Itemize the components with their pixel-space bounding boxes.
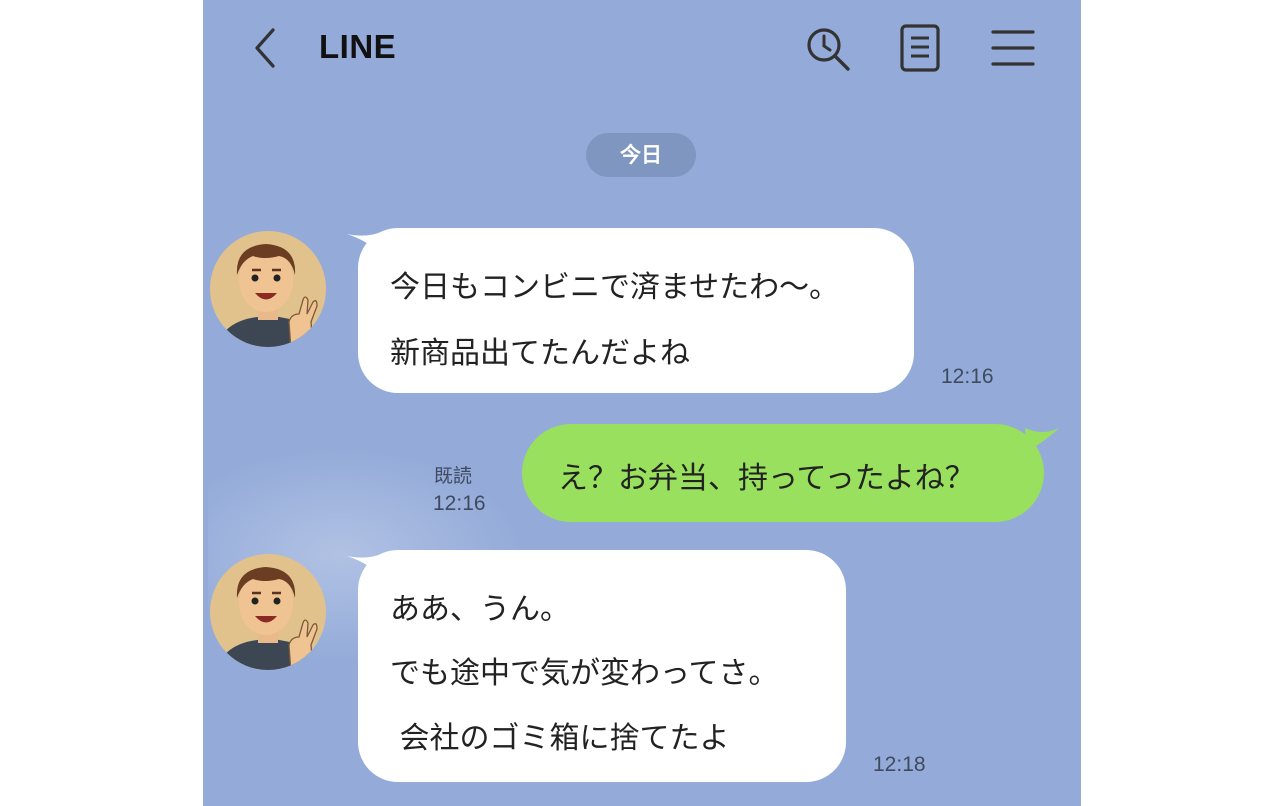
message-text-line: でも途中で気が変わってさ。 (390, 656, 779, 691)
message-timestamp: 12:18 (873, 753, 926, 776)
received-message-bubble[interactable]: ああ、うん。 でも途中で気が変わってさ。 会社のゴミ箱に捨てたよ (358, 550, 846, 782)
message-timestamp: 12:16 (941, 365, 994, 388)
message-text-line: 新商品出てたんだよね (390, 336, 690, 371)
friend-avatar[interactable] (209, 230, 327, 348)
message-text-line: ああ、うん。 (390, 592, 570, 627)
notes-icon[interactable] (897, 22, 943, 74)
date-separator: 今日 (586, 133, 696, 177)
message-text-line: 今日もコンビニで済ませたわ〜。 (390, 270, 840, 305)
message-text-line: 会社のゴミ箱に捨てたよ (390, 721, 730, 756)
message-timestamp: 12:16 (433, 492, 486, 515)
sent-message-bubble[interactable]: え？お弁当、持ってったよね？ (522, 424, 1044, 522)
back-icon[interactable] (247, 26, 283, 70)
menu-icon[interactable] (989, 26, 1037, 70)
chat-screen: LINE 今日 今日もコンビニで済ませたわ〜。 新商品出てたんだよね 12:16… (203, 0, 1081, 806)
received-message-bubble[interactable]: 今日もコンビニで済ませたわ〜。 新商品出てたんだよね (358, 228, 914, 393)
read-receipt: 既読 (434, 465, 473, 487)
chat-title: LINE (319, 28, 397, 65)
search-icon[interactable] (803, 24, 853, 74)
friend-avatar[interactable] (209, 553, 327, 671)
message-text-line: え？お弁当、持ってったよね？ (558, 461, 975, 496)
